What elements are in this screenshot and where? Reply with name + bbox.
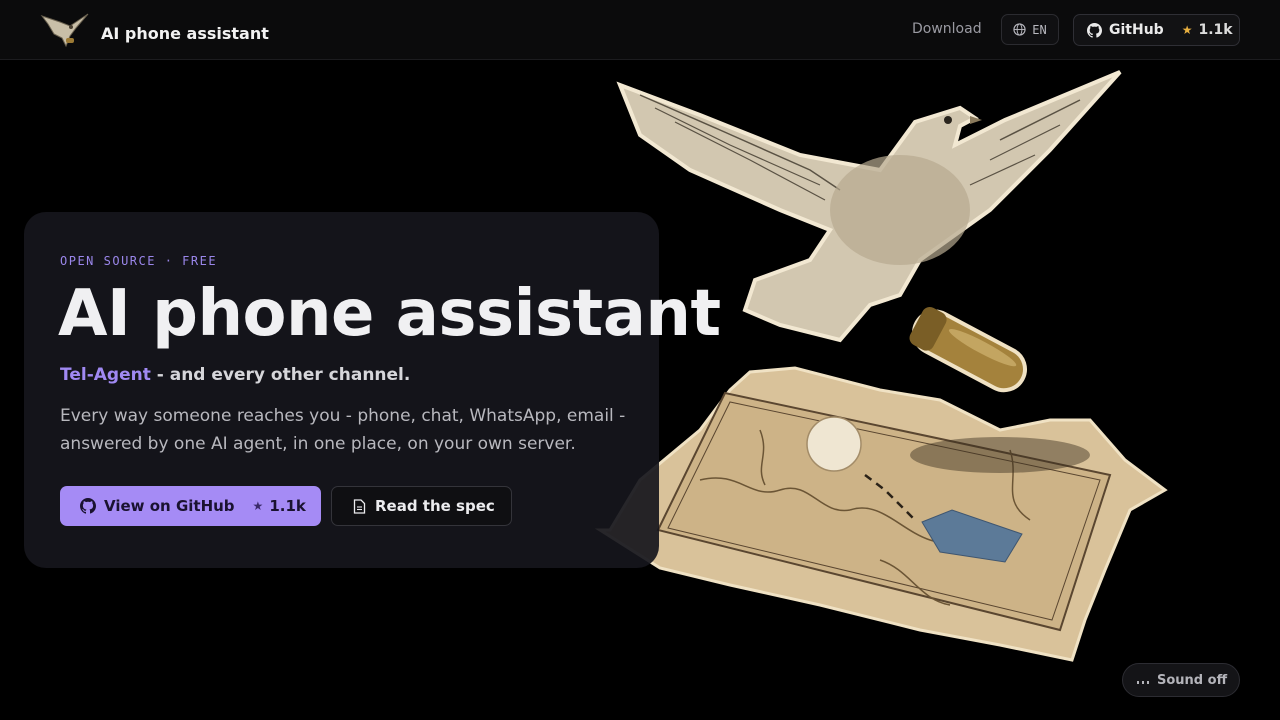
github-star-count: 1.1k (269, 497, 306, 515)
top-nav: AI phone assistant Download EN GitHub ★ … (0, 0, 1280, 60)
globe-icon (1013, 23, 1026, 36)
star-icon: ★ (252, 499, 264, 513)
message-capsule (909, 306, 1027, 393)
pigeon-logo-icon[interactable] (40, 12, 92, 48)
github-star-count: 1.1k (1198, 22, 1233, 38)
view-on-github-button[interactable]: View on GitHub ★ 1.1k (60, 486, 321, 526)
read-spec-label: Read the spec (375, 497, 495, 515)
language-label: EN (1032, 22, 1047, 37)
github-nav-label: GitHub (1109, 22, 1164, 38)
document-icon (353, 498, 366, 514)
read-spec-button[interactable]: Read the spec (331, 486, 512, 526)
tagline-text: - and every other channel. (150, 365, 411, 385)
github-icon (1087, 22, 1102, 38)
brand-name[interactable]: AI phone assistant (101, 23, 269, 45)
hero-illustration (594, 70, 1168, 662)
sound-toggle-button[interactable]: Sound off (1122, 663, 1240, 697)
sound-toggle-label: Sound off (1157, 672, 1228, 688)
language-selector[interactable]: EN (1001, 14, 1059, 45)
sound-waves-icon (1137, 681, 1149, 684)
github-icon (80, 498, 96, 514)
hero-tagline: Tel-Agent - and every other channel. (60, 363, 410, 387)
hero-title: AI phone assistant (58, 277, 721, 351)
star-icon: ★ (1181, 23, 1193, 37)
hero-description: Every way someone reaches you - phone, c… (60, 406, 626, 454)
view-on-github-label: View on GitHub (104, 497, 235, 515)
nav-download-link[interactable]: Download (912, 19, 982, 39)
hero-eyebrow: OPEN SOURCE · FREE (60, 254, 218, 268)
product-name: Tel-Agent (60, 365, 151, 385)
github-nav-button[interactable]: GitHub ★ 1.1k (1073, 14, 1240, 46)
